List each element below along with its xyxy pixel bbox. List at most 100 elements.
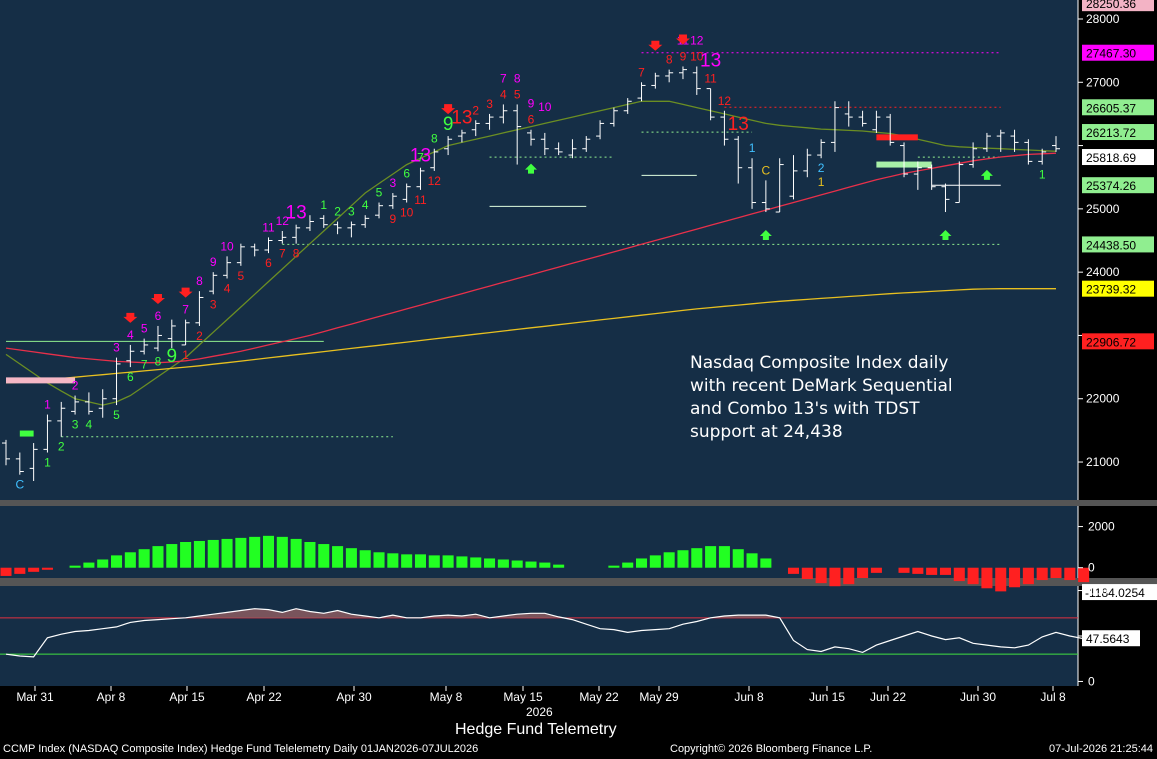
histogram-bar (221, 538, 233, 568)
signal-block (6, 377, 76, 384)
x-tick-label: May 29 (639, 690, 679, 704)
histogram-bar (926, 567, 938, 575)
count-marker: 4 (86, 418, 93, 432)
annotation-line-1: Nasdaq Composite Index daily (690, 353, 949, 373)
oscillator-value-label: 47.5643 (1086, 632, 1130, 646)
histogram-bar (691, 548, 703, 568)
histogram-bar (677, 550, 689, 568)
count-marker: 7 (141, 357, 148, 371)
count-marker: 9 (528, 97, 535, 111)
count-marker: 1 (182, 348, 189, 362)
histogram-bar (622, 562, 634, 568)
histogram-bar (898, 567, 910, 573)
histogram-bar (166, 544, 178, 568)
histogram-bar (428, 555, 440, 568)
count-marker: 8 (666, 53, 673, 67)
count-marker: 4 (362, 198, 369, 212)
count-marker: 12 (718, 94, 732, 108)
histogram-bar (801, 567, 813, 580)
x-tick-label: Apr 22 (246, 690, 282, 704)
histogram-bar (705, 546, 717, 568)
count-marker: 6 (265, 256, 272, 270)
count-marker: 7 (182, 303, 189, 317)
count-marker: C (15, 478, 24, 492)
x-tick-label: Mar 31 (16, 690, 54, 704)
histogram-bar (525, 561, 537, 568)
count-marker: 7 (638, 65, 645, 79)
count-marker: 13 (728, 114, 749, 135)
count-marker: 1 (320, 198, 327, 212)
price-tag: 25818.69 (1082, 149, 1154, 166)
price-tag-label: 25818.69 (1086, 151, 1136, 165)
y-tick-label: 100 (1088, 584, 1108, 598)
signal-block (19, 430, 34, 437)
count-marker: 8 (196, 274, 203, 288)
price-tag-label: 24438.50 (1086, 238, 1136, 252)
histogram-bar (0, 567, 12, 576)
count-marker: 11 (414, 193, 427, 207)
histogram-bar (373, 552, 385, 568)
histogram-bar (1009, 567, 1021, 588)
x-tick-label: Jun 30 (960, 690, 996, 704)
count-marker: 1 (818, 175, 825, 189)
histogram-bar (995, 567, 1007, 592)
count-marker: 5 (376, 186, 383, 200)
x-tick-label: Apr 15 (169, 690, 205, 704)
histogram-bar (953, 567, 965, 582)
count-marker: 5 (141, 322, 148, 336)
histogram-bar (939, 567, 951, 575)
panel-bg-3 (0, 586, 1078, 686)
histogram-bar (1050, 567, 1062, 578)
histogram-bar (1036, 567, 1048, 581)
y-tick-label: 28000 (1086, 12, 1120, 26)
count-marker: 3 (486, 97, 493, 111)
y-tick-label: 24000 (1086, 265, 1120, 279)
count-marker: 2 (196, 329, 203, 343)
count-marker: 12 (428, 174, 442, 188)
count-marker: 13 (410, 146, 431, 167)
histogram-bar (318, 544, 330, 568)
count-marker: 10 (538, 100, 552, 114)
count-marker: 5 (514, 87, 521, 101)
count-marker: 6 (155, 309, 162, 323)
price-tag: 24438.50 (1082, 236, 1154, 253)
histogram-bar (553, 564, 565, 568)
count-marker: 3 (210, 297, 217, 311)
count-marker: 9 (167, 346, 178, 367)
count-marker: 1 (749, 141, 756, 155)
count-marker: 2 (472, 103, 479, 117)
signal-block (876, 134, 918, 141)
price-tag: 28250.36 (1082, 0, 1154, 12)
histogram-bar (511, 560, 523, 568)
histogram-bar (1064, 567, 1076, 581)
price-tag: 22906.72 (1082, 333, 1154, 350)
count-marker: 3 (113, 341, 120, 355)
y-tick-label: 2000 (1088, 520, 1115, 534)
count-marker: 5 (113, 408, 120, 422)
count-marker: 3 (72, 418, 79, 432)
histogram-bar (69, 565, 81, 568)
histogram-bar (718, 546, 730, 568)
histogram-bar (912, 567, 924, 574)
x-tick-label: Jun 8 (734, 690, 764, 704)
histogram-bar (111, 555, 123, 568)
count-marker: 12 (690, 33, 704, 47)
count-marker: 1 (1039, 168, 1046, 182)
histogram-bar (138, 549, 150, 568)
x-tick-label: May 15 (503, 690, 543, 704)
y-tick-label: 0 (1088, 561, 1095, 575)
price-tag: 26213.72 (1082, 124, 1154, 141)
histogram-bar (249, 536, 261, 568)
x-tick-label: Jul 8 (1040, 690, 1066, 704)
histogram-bar (732, 549, 744, 568)
price-tag: 27467.30 (1082, 44, 1154, 61)
count-marker: 7 (500, 71, 507, 85)
histogram-bar (180, 542, 192, 568)
count-marker: 8 (293, 247, 300, 261)
histogram-bar (41, 567, 53, 570)
count-marker: 6 (528, 113, 535, 127)
histogram-bar (332, 546, 344, 568)
histogram-bar (1022, 567, 1034, 585)
count-marker: 13 (451, 108, 472, 129)
histogram-bar (387, 553, 399, 568)
